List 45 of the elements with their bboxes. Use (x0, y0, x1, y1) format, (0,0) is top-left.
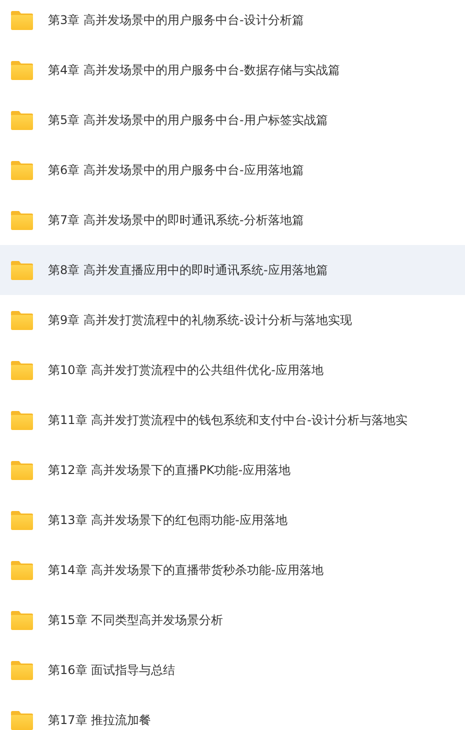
folder-name: 第10章 高并发打赏流程中的公共组件优化-应用落地 (48, 362, 324, 379)
folder-row[interactable]: 第15章 不同类型高并发场景分析 (0, 595, 465, 645)
folder-icon (10, 710, 34, 730)
folder-name: 第5章 高并发场景中的用户服务中台-用户标签实战篇 (48, 112, 328, 129)
folder-icon (10, 410, 34, 430)
folder-name: 第9章 高并发打赏流程中的礼物系统-设计分析与落地实现 (48, 312, 352, 329)
folder-row[interactable]: 第4章 高并发场景中的用户服务中台-数据存储与实战篇 (0, 45, 465, 95)
folder-icon (10, 160, 34, 180)
folder-row[interactable]: 第11章 高并发打赏流程中的钱包系统和支付中台-设计分析与落地实 (0, 395, 465, 445)
folder-icon (10, 610, 34, 630)
folder-icon (10, 110, 34, 130)
folder-name: 第3章 高并发场景中的用户服务中台-设计分析篇 (48, 12, 304, 29)
folder-name: 第7章 高并发场景中的即时通讯系统-分析落地篇 (48, 212, 304, 229)
folder-name: 第14章 高并发场景下的直播带货秒杀功能-应用落地 (48, 562, 324, 579)
folder-row[interactable]: 第9章 高并发打赏流程中的礼物系统-设计分析与落地实现 (0, 295, 465, 345)
folder-name: 第4章 高并发场景中的用户服务中台-数据存储与实战篇 (48, 62, 340, 79)
folder-row[interactable]: 第10章 高并发打赏流程中的公共组件优化-应用落地 (0, 345, 465, 395)
folder-icon (10, 60, 34, 80)
folder-name: 第11章 高并发打赏流程中的钱包系统和支付中台-设计分析与落地实 (48, 412, 408, 429)
folder-icon (10, 210, 34, 230)
folder-row[interactable]: 第13章 高并发场景下的红包雨功能-应用落地 (0, 495, 465, 545)
folder-name: 第6章 高并发场景中的用户服务中台-应用落地篇 (48, 162, 304, 179)
folder-row[interactable]: 第3章 高并发场景中的用户服务中台-设计分析篇 (0, 0, 465, 45)
folder-row[interactable]: 第17章 推拉流加餐 (0, 695, 465, 730)
folder-row[interactable]: 第7章 高并发场景中的即时通讯系统-分析落地篇 (0, 195, 465, 245)
folder-row[interactable]: 第5章 高并发场景中的用户服务中台-用户标签实战篇 (0, 95, 465, 145)
folder-icon (10, 510, 34, 530)
folder-row[interactable]: 第16章 面试指导与总结 (0, 645, 465, 695)
folder-icon (10, 360, 34, 380)
folder-row[interactable]: 第8章 高并发直播应用中的即时通讯系统-应用落地篇 (0, 245, 465, 295)
folder-icon (10, 460, 34, 480)
folder-icon (10, 660, 34, 680)
folder-row[interactable]: 第12章 高并发场景下的直播PK功能-应用落地 (0, 445, 465, 495)
folder-name: 第8章 高并发直播应用中的即时通讯系统-应用落地篇 (48, 262, 328, 279)
folder-row[interactable]: 第6章 高并发场景中的用户服务中台-应用落地篇 (0, 145, 465, 195)
folder-icon (10, 560, 34, 580)
folder-name: 第15章 不同类型高并发场景分析 (48, 612, 224, 629)
folder-name: 第12章 高并发场景下的直播PK功能-应用落地 (48, 462, 291, 479)
folder-icon (10, 310, 34, 330)
folder-name: 第17章 推拉流加餐 (48, 712, 152, 729)
folder-row[interactable]: 第14章 高并发场景下的直播带货秒杀功能-应用落地 (0, 545, 465, 595)
folder-icon (10, 260, 34, 280)
folder-icon (10, 10, 34, 30)
folder-name: 第13章 高并发场景下的红包雨功能-应用落地 (48, 512, 288, 529)
folder-name: 第16章 面试指导与总结 (48, 662, 176, 679)
